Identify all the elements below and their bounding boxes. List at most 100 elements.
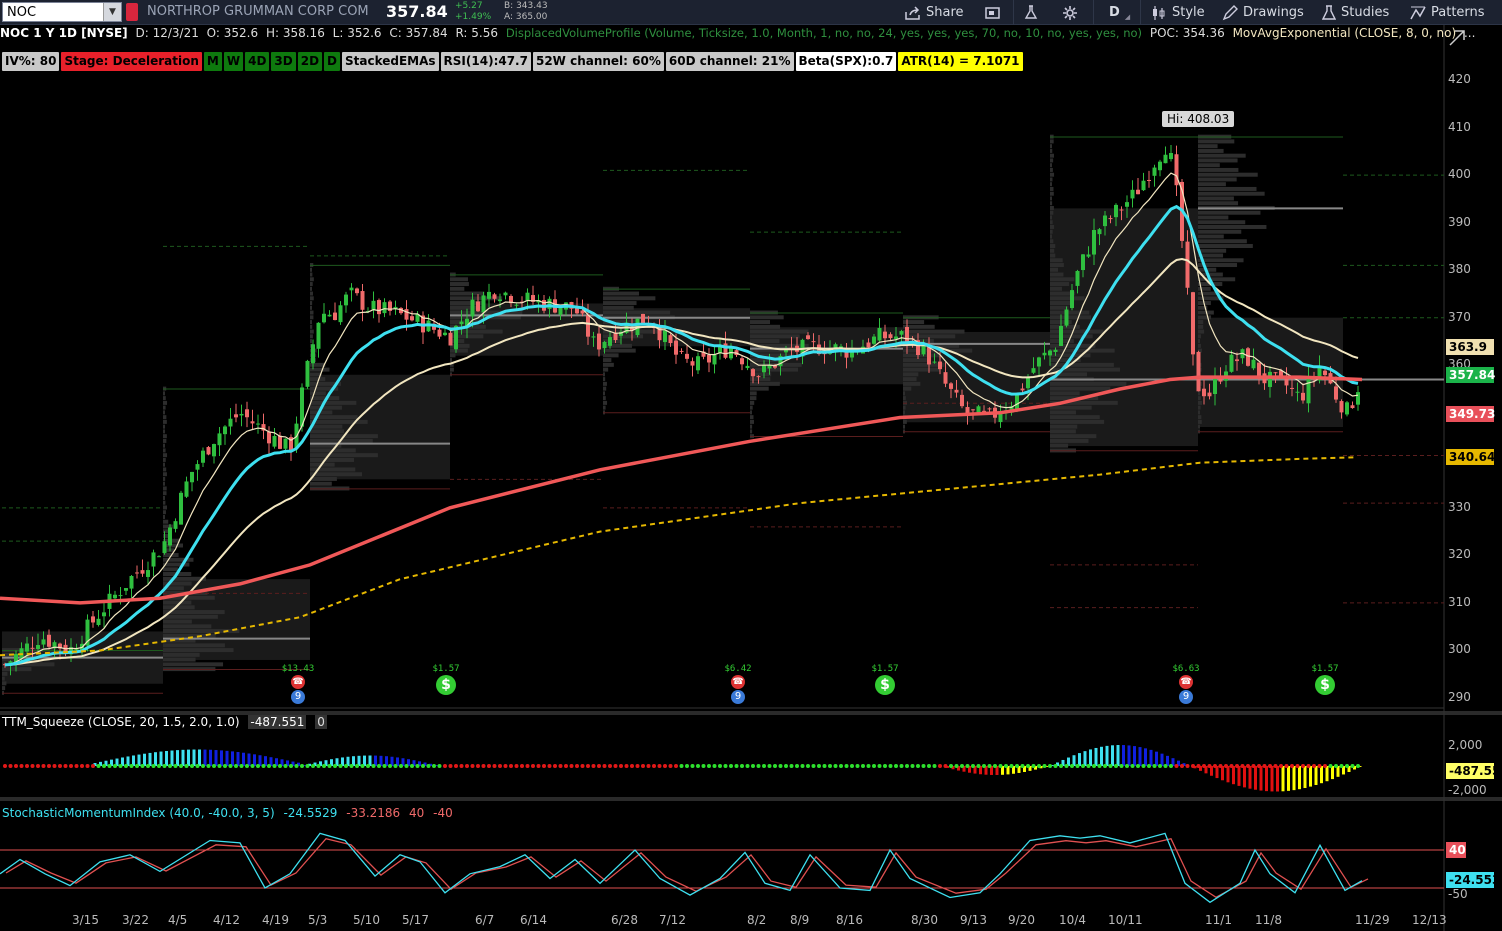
header-open: O: 352.6	[206, 26, 259, 40]
dividend-marker[interactable]: $6.63 ☎ 9	[1164, 664, 1208, 704]
date-label: 6/28	[611, 913, 638, 927]
header-low: L: 352.6	[332, 26, 382, 40]
study-label-11: 60D channel: 21%	[665, 52, 794, 71]
price-axis-label: 420	[1448, 72, 1471, 86]
dividend-marker[interactable]: $6.42 ☎ 9	[716, 664, 760, 704]
date-label: 4/5	[168, 913, 188, 927]
earnings-icon: ☎	[1179, 675, 1193, 689]
symbol-dropdown-icon[interactable]: ▼	[103, 3, 121, 21]
date-label: 5/3	[308, 913, 328, 927]
settings-button[interactable]	[1062, 3, 1078, 22]
studies-flask-icon	[1322, 5, 1336, 20]
date-label: 8/2	[747, 913, 767, 927]
date-label: 6/14	[520, 913, 547, 927]
candlestick-icon	[1153, 5, 1165, 20]
dvp-study-label[interactable]: DisplacedVolumeProfile (Volume, Ticksize…	[506, 26, 1142, 40]
dividend-marker[interactable]: $13.43 ☎ 9	[276, 664, 320, 704]
dividend-marker[interactable]: $1.57 $	[863, 664, 907, 695]
top-toolbar: NOC ▼ NORTHROP GRUMMAN CORP COM 357.84 +…	[0, 0, 1502, 25]
dollar-icon: $	[1315, 675, 1335, 695]
header-close: C: 357.84	[389, 26, 448, 40]
squeeze-title-bar: TTM_Squeeze (CLOSE, 20, 1.5, 2.0, 1.0) -…	[2, 715, 332, 729]
detach-window-icon	[985, 6, 1000, 19]
drawings-button[interactable]: Drawings	[1222, 3, 1304, 22]
date-label: 7/12	[659, 913, 686, 927]
chevron-down-icon: ◢	[1124, 12, 1131, 21]
study-label-1: Stage: Deceleration	[61, 52, 202, 71]
price-change-pct: +1.49%	[455, 12, 492, 22]
price-axis-label: 300	[1448, 642, 1471, 657]
header-range: R: 5.56	[455, 26, 498, 40]
chart-title: NOC 1 Y 1D [NYSE]	[0, 26, 128, 40]
price-tag: 340.64	[1446, 449, 1495, 466]
squeeze-axis-bottom: -2,000	[1448, 783, 1487, 797]
link-flag-icon[interactable]	[126, 3, 138, 21]
date-label: 8/9	[790, 913, 810, 927]
symbol-text: NOC	[7, 5, 37, 20]
study-label-3: W	[223, 52, 244, 71]
study-label-9: RSI(14):47.7	[440, 52, 531, 71]
date-label: 12/13	[1412, 913, 1447, 927]
date-label: 4/19	[262, 913, 289, 927]
date-label: 9/20	[1008, 913, 1035, 927]
bid-ask: B: 343.43 A: 365.00	[504, 1, 548, 23]
high-label: Hi: 408.03	[1162, 111, 1235, 127]
smi-axis-bottom: -50	[1448, 887, 1468, 901]
patterns-icon	[1410, 6, 1426, 19]
smi-value-3: 40	[409, 806, 425, 820]
smi-tag: -24.553	[1446, 872, 1500, 888]
date-label: 9/13	[960, 913, 987, 927]
style-button[interactable]: Style	[1151, 3, 1205, 22]
price-axis-label: 330	[1448, 499, 1471, 514]
date-label: 8/16	[836, 913, 863, 927]
study-labels-bar: IV%: 80 Stage: Deceleration M W 4D 3D 2D D Stack…	[2, 52, 1023, 71]
date-label: 6/7	[475, 913, 495, 927]
flask-button[interactable]	[1024, 3, 1038, 22]
smi-value-2: -33.2186	[346, 806, 401, 820]
info-icon: 9	[291, 690, 305, 704]
date-label: 3/22	[122, 913, 149, 927]
timeframe-label: D	[1109, 5, 1120, 20]
date-label: 10/4	[1059, 913, 1086, 927]
symbol-input[interactable]: NOC ▼	[2, 2, 122, 22]
studies-button[interactable]: Studies	[1322, 3, 1389, 22]
patterns-button[interactable]: Patterns	[1410, 3, 1485, 22]
info-icon: 9	[731, 690, 745, 704]
date-label: 8/30	[911, 913, 938, 927]
ask-value: A: 365.00	[504, 12, 548, 22]
price-axis-label: 400	[1448, 167, 1471, 182]
price-change: +5.27 +1.49%	[455, 1, 491, 23]
date-label: 10/11	[1108, 913, 1143, 927]
price-axis-label: 390	[1448, 214, 1471, 229]
study-label-5: 3D	[271, 52, 296, 71]
chart-header: NOC 1 Y 1D [NYSE] D: 12/3/21 O: 352.6 H:…	[0, 26, 1475, 46]
timeframe-dropdown[interactable]: D ◢	[1109, 3, 1130, 22]
study-label-0: IV%: 80	[2, 52, 60, 71]
date-label: 3/15	[72, 913, 99, 927]
study-label-7: D	[324, 52, 340, 71]
price-axis-label: 290	[1448, 690, 1471, 704]
header-date: D: 12/3/21	[135, 26, 199, 40]
price-axis-label: 410	[1448, 119, 1471, 134]
share-button[interactable]: Share	[905, 3, 964, 22]
study-label-2: M	[203, 52, 222, 71]
studies-label: Studies	[1341, 5, 1390, 20]
price-tag: 349.73	[1446, 406, 1495, 423]
squeeze-title[interactable]: TTM_Squeeze (CLOSE, 20, 1.5, 2.0, 1.0)	[2, 715, 240, 729]
dollar-icon: $	[875, 675, 895, 695]
style-label: Style	[1172, 5, 1205, 20]
smi-axis-top: 40	[1446, 842, 1466, 858]
date-label: 11/1	[1205, 913, 1232, 927]
dollar-icon: $	[436, 675, 456, 695]
detach-button[interactable]	[985, 3, 1001, 22]
header-more[interactable]: ...	[1464, 26, 1475, 40]
squeeze-tag: -487.55	[1446, 763, 1500, 779]
ema-study-label[interactable]: MovAvgExponential (CLOSE, 8, 0, no)	[1233, 26, 1457, 40]
dividend-marker[interactable]: $1.57 $	[1303, 664, 1347, 695]
earnings-icon: ☎	[291, 675, 305, 689]
header-high: H: 358.16	[265, 26, 325, 40]
dividend-marker[interactable]: $1.57 $	[424, 664, 468, 695]
price-chart[interactable]	[0, 25, 1502, 931]
study-label-12: Beta(SPX):0.7	[795, 52, 897, 71]
smi-title[interactable]: StochasticMomentumIndex (40.0, -40.0, 3,…	[2, 806, 275, 820]
